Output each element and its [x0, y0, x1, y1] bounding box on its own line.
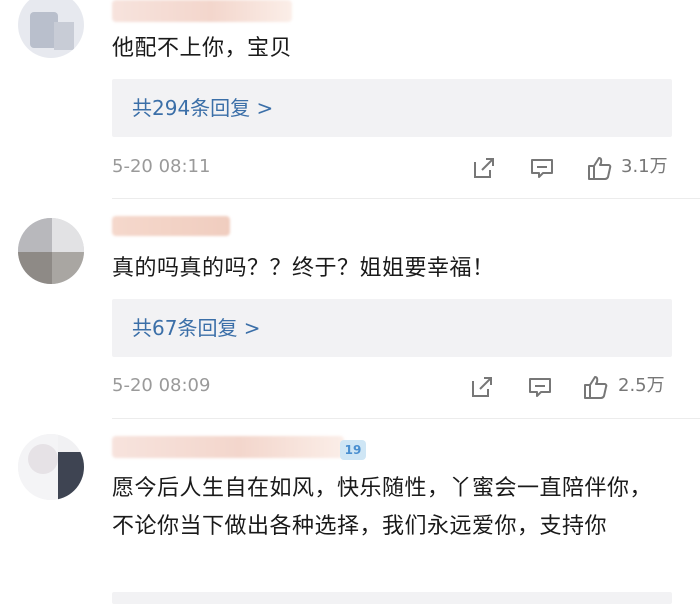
divider — [112, 418, 700, 419]
level-badge-icon: 19 — [340, 440, 366, 460]
username-blurred[interactable] — [112, 216, 230, 236]
share-icon[interactable] — [470, 154, 498, 182]
divider — [112, 198, 700, 199]
replies-label: 共67条回复 > — [132, 316, 261, 340]
thumbs-up-icon[interactable] — [586, 154, 614, 182]
timestamp: 5-20 08:09 — [112, 375, 211, 396]
like-count: 3.1万 — [621, 156, 668, 177]
view-replies-button[interactable]: 共67条回复 > — [112, 299, 672, 357]
comment-text: 愿今后人生自在如风，快乐随性，丫蜜会一直陪伴你，不论你当下做出各种选择，我们永远… — [112, 476, 653, 539]
username-blurred[interactable] — [112, 0, 292, 22]
like-count: 2.5万 — [618, 375, 665, 396]
comment-meta: 5-20 08:11 3.1万 — [112, 152, 672, 182]
username-blurred[interactable] — [112, 436, 344, 458]
avatar[interactable] — [18, 434, 84, 500]
comment-icon[interactable] — [526, 373, 554, 401]
timestamp: 5-20 08:11 — [112, 156, 211, 177]
thumbs-up-icon[interactable] — [582, 373, 610, 401]
replies-label: 共294条回复 > — [132, 96, 274, 120]
comment-meta: 5-20 08:09 2.5万 — [112, 371, 672, 401]
share-icon[interactable] — [468, 373, 496, 401]
avatar[interactable] — [18, 218, 84, 284]
comment-text: 他配不上你，宝贝 — [112, 36, 293, 61]
avatar[interactable] — [18, 0, 84, 58]
view-replies-button[interactable] — [112, 592, 672, 604]
comment-icon[interactable] — [528, 154, 556, 182]
comment-text: 真的吗真的吗？？终于？姐姐要幸福！ — [112, 256, 495, 281]
view-replies-button[interactable]: 共294条回复 > — [112, 79, 672, 137]
